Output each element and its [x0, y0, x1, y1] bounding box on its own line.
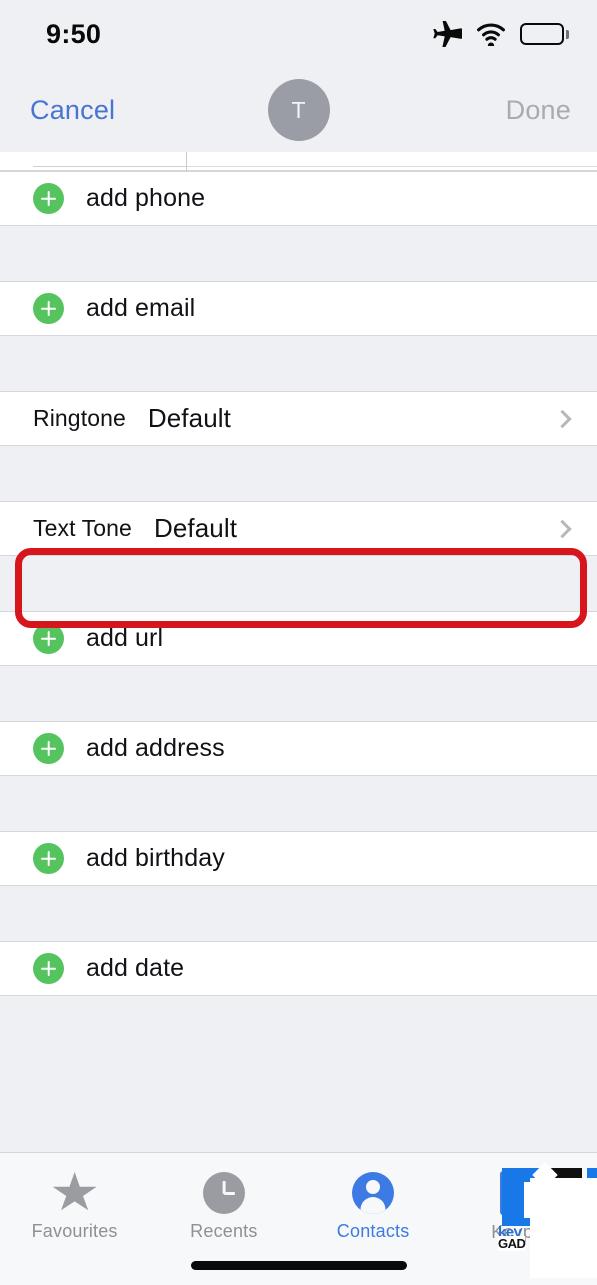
- avatar[interactable]: T: [267, 79, 330, 141]
- section-gap: [0, 996, 597, 1051]
- watermark-overlay: key GAD: [480, 1160, 597, 1285]
- tab-contacts[interactable]: Contacts: [299, 1153, 448, 1253]
- add-url-label: add url: [86, 624, 164, 652]
- section-gap: [0, 336, 597, 391]
- phone-screen: 9:50 Cancel T Done add phone add email R…: [0, 0, 597, 1285]
- plus-icon: [33, 623, 64, 654]
- plus-icon: [33, 293, 64, 324]
- add-phone-row[interactable]: add phone: [0, 171, 597, 226]
- done-button[interactable]: Done: [506, 95, 571, 126]
- add-birthday-row[interactable]: add birthday: [0, 831, 597, 886]
- status-bar-time: 9:50: [46, 18, 102, 49]
- section-gap: [0, 776, 597, 831]
- status-bar-icons: [432, 21, 569, 47]
- ringtone-row[interactable]: Ringtone Default: [0, 391, 597, 446]
- person-icon: [352, 1172, 395, 1214]
- text-tone-label: Text Tone: [33, 515, 132, 541]
- ringtone-label: Ringtone: [33, 405, 126, 431]
- tab-bar: Favourites Recents Contacts Keypad key G…: [0, 1152, 597, 1285]
- battery-icon: [520, 23, 569, 45]
- add-date-label: add date: [86, 954, 185, 982]
- avatar-initial: T: [291, 96, 306, 123]
- navigation-bar: Cancel T Done: [0, 68, 597, 152]
- section-gap: [0, 556, 597, 611]
- tab-contacts-label: Contacts: [336, 1221, 410, 1241]
- add-email-row[interactable]: add email: [0, 281, 597, 336]
- name-fields-row-partial[interactable]: [0, 152, 597, 171]
- tab-favourites[interactable]: Favourites: [0, 1153, 149, 1253]
- add-birthday-label: add birthday: [86, 844, 225, 872]
- watermark-text-line2: GAD: [498, 1236, 526, 1251]
- star-icon: [52, 1172, 97, 1211]
- section-gap: [0, 446, 597, 501]
- text-tone-row[interactable]: Text Tone Default: [0, 501, 597, 556]
- clock-icon: [202, 1172, 245, 1214]
- tab-recents[interactable]: Recents: [149, 1153, 298, 1253]
- wifi-icon: [477, 23, 505, 46]
- home-indicator[interactable]: [190, 1261, 407, 1270]
- airplane-mode-icon: [433, 21, 462, 47]
- chevron-right-icon: [553, 409, 572, 428]
- chevron-right-icon: [553, 519, 572, 538]
- section-gap: [0, 886, 597, 941]
- name-column-divider: [186, 152, 187, 171]
- add-date-row[interactable]: add date: [0, 941, 597, 996]
- status-bar: 9:50: [0, 0, 597, 68]
- plus-icon: [33, 953, 64, 984]
- cancel-button[interactable]: Cancel: [30, 95, 115, 126]
- add-address-row[interactable]: add address: [0, 721, 597, 776]
- add-phone-label: add phone: [86, 184, 206, 212]
- first-name-field-underline: [33, 165, 186, 167]
- plus-icon: [33, 733, 64, 764]
- ringtone-value: Default: [147, 403, 231, 433]
- text-tone-value: Default: [153, 513, 238, 543]
- section-gap: [0, 226, 597, 281]
- tab-recents-label: Recents: [190, 1221, 258, 1241]
- add-email-label: add email: [86, 294, 196, 322]
- tab-favourites-label: Favourites: [31, 1221, 118, 1241]
- add-address-label: add address: [86, 734, 225, 762]
- plus-icon: [33, 843, 64, 874]
- contact-edit-form[interactable]: add phone add email Ringtone Default Tex…: [0, 152, 597, 1152]
- add-url-row[interactable]: add url: [0, 611, 597, 666]
- plus-icon: [33, 183, 64, 214]
- section-gap: [0, 666, 597, 721]
